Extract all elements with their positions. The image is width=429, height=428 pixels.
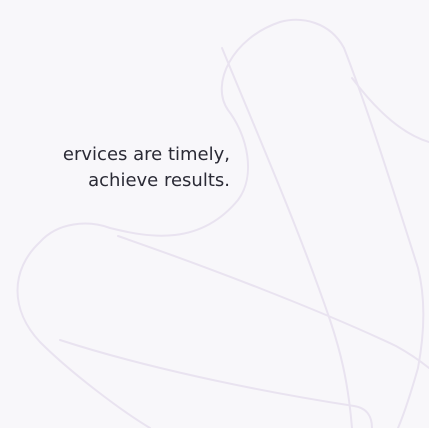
background-shape-outline [16, 18, 429, 428]
description-line: achieve results. [88, 170, 230, 191]
outline-inner-diagonal [117, 235, 429, 369]
outline-inner-swoop [59, 339, 373, 428]
description-line: ervices are timely, [62, 144, 230, 165]
page: ervices are timely, achieve results. [0, 0, 429, 428]
outline-upper-diagonal [221, 47, 353, 428]
outline-right-arm [343, 47, 425, 428]
outline-right-curve [351, 77, 429, 143]
description-text: ervices are timely, achieve results. [0, 142, 230, 194]
